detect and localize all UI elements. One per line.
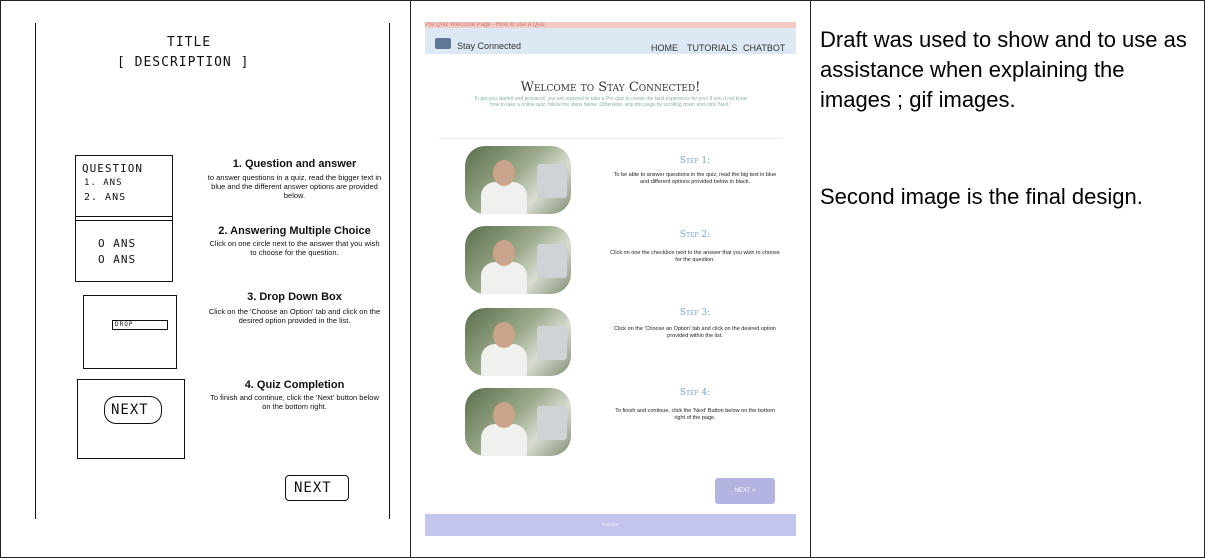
draft-multiple-choice-box: O ANS O ANS [75, 216, 173, 282]
draft-question-text: QUESTION [82, 162, 143, 175]
draft-radio-option-1: O ANS [98, 237, 137, 250]
notes-paragraph-1: Draft was used to show and to use as ass… [820, 27, 1187, 112]
brand-name[interactable]: Stay Connected [457, 41, 521, 51]
draft-next-button: NEXT [285, 475, 349, 501]
step1-photo [465, 146, 571, 214]
nav-chatbot[interactable]: CHATBOT [743, 43, 785, 53]
sketch-right-edge [389, 23, 390, 519]
draft-next-label: NEXT [111, 402, 149, 418]
step4-body: To finish and continue, click the 'Next'… [615, 408, 775, 421]
draft-step4-title: 4. Quiz Completion [244, 379, 345, 391]
footer: FOOTER [425, 514, 796, 536]
draft-answer-2: 2. ANS [84, 192, 127, 203]
nav-tutorials[interactable]: TUTORIALS [687, 43, 737, 53]
contact-card-icon [435, 38, 451, 49]
draft-answer-1: 1. ANS [84, 178, 123, 188]
step3-body: Click on the 'Choose an Option' tab and … [614, 326, 776, 339]
divider [439, 138, 782, 139]
nav-home[interactable]: HOME [651, 43, 678, 53]
draft-step2-title: 2. Answering Multiple Choice [218, 225, 371, 237]
step1-title: Step 1: [679, 156, 711, 166]
notes-paragraph-2: Second image is the final design. [820, 184, 1143, 209]
step2-title: Step 2: [679, 230, 711, 240]
step3-title: Step 3: [679, 308, 711, 318]
draft-step2-body: Click on one circle next to the answer t… [209, 239, 380, 257]
step4-title: Step 4: [679, 388, 711, 398]
draft-dropdown-label: DROP [115, 321, 134, 328]
draft-step1-body: to answer questions in a quiz, read the … [207, 173, 382, 200]
next-button[interactable]: NEXT > [715, 478, 775, 504]
draft-dropdown: DROP [112, 320, 168, 330]
navbar: Stay Connected HOME TUTORIALS CHATBOT [425, 28, 796, 54]
sketch-left-edge [35, 23, 36, 519]
draft-completion-box: NEXT [77, 379, 185, 459]
step2-body: Click on one the checkbox next to the an… [610, 250, 780, 263]
draft-step4-body: To finish and continue, click the 'Next'… [210, 393, 379, 411]
draft-title: TITLE [167, 35, 212, 50]
draft-radio-option-2: O ANS [98, 253, 137, 266]
step1-body: To be able to answer questions in the qu… [613, 172, 777, 185]
welcome-title: Welcome to Stay Connected! [520, 80, 701, 95]
draft-question-box: QUESTION 1. ANS 2. ANS [75, 155, 173, 221]
step2-photo [465, 226, 571, 294]
step3-photo [465, 308, 571, 376]
draft-step3-title: 3. Drop Down Box [247, 291, 342, 303]
draft-sketch: TITLE [ DESCRIPTION ] QUESTION 1. ANS 2.… [27, 23, 391, 519]
draft-description: [ DESCRIPTION ] [117, 55, 250, 70]
final-design-screenshot: Pre Quiz Welcome Page - How to use a Qui… [425, 22, 796, 536]
draft-step3-body: Click on the 'Choose an Option' tab and … [208, 307, 381, 325]
draft-dropdown-box: DROP [83, 295, 177, 369]
draft-next-button-label: NEXT [294, 480, 332, 496]
draft-step1-title: 1. Question and answer [232, 158, 357, 170]
draft-cell: TITLE [ DESCRIPTION ] QUESTION 1. ANS 2.… [0, 0, 411, 558]
draft-next-bubble: NEXT [104, 396, 162, 424]
step4-photo [465, 388, 571, 456]
welcome-subtitle: To get you started and prepared, you are… [473, 96, 748, 108]
